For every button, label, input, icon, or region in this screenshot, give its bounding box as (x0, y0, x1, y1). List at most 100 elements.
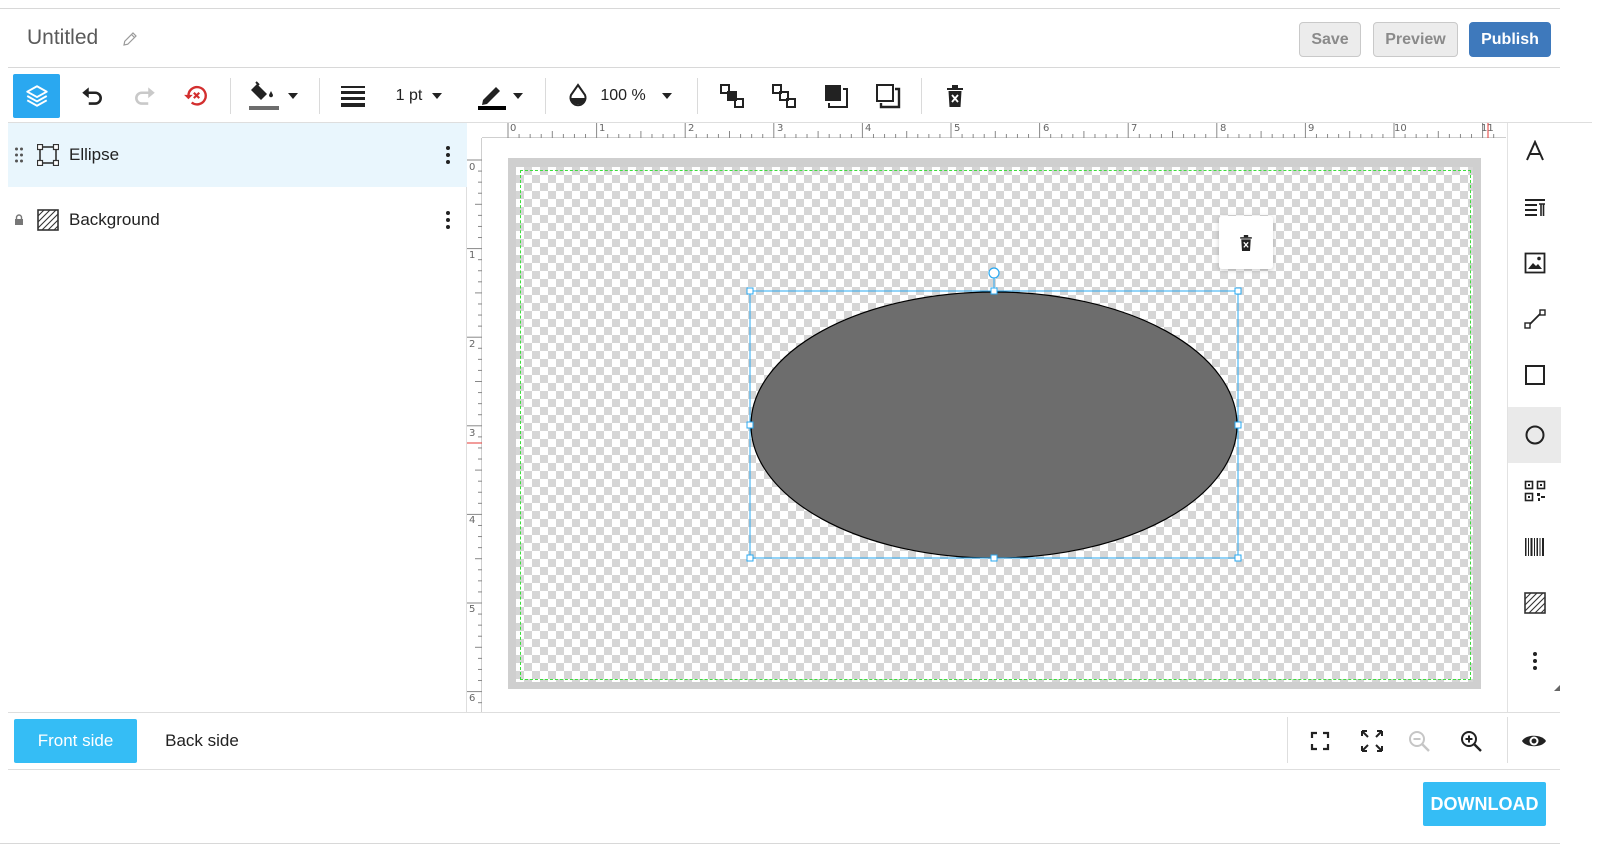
stroke-width-select[interactable]: 1 pt (386, 74, 454, 118)
layer-item-background[interactable]: Background (8, 188, 467, 252)
zoom-in-button[interactable] (1451, 723, 1491, 759)
reset-history-icon (184, 85, 207, 106)
chevron-down-icon (513, 93, 523, 99)
delete-button[interactable] (934, 74, 976, 118)
preview-toggle-button[interactable] (1514, 723, 1554, 759)
arrange-back-button[interactable] (710, 74, 754, 118)
save-button[interactable]: Save (1299, 22, 1361, 57)
bottom-divider (1287, 717, 1288, 763)
zoom-out-icon (1409, 731, 1430, 752)
send-to-back-icon (825, 85, 848, 108)
layers-icon (25, 85, 48, 107)
stroke-width-value: 1 pt (395, 87, 423, 104)
more-vertical-icon[interactable] (445, 145, 451, 165)
frame-bottom-line (0, 843, 1560, 844)
opacity-select[interactable]: 100 % (561, 74, 679, 118)
reset-button[interactable] (174, 74, 218, 118)
add-background-tool[interactable] (1508, 575, 1561, 631)
ellipse-shape[interactable] (745, 264, 1245, 564)
add-image-tool[interactable] (1508, 235, 1561, 291)
document-title[interactable]: Untitled (27, 26, 98, 50)
rectangle-icon (1524, 365, 1545, 385)
back-side-tab[interactable]: Back side (148, 719, 256, 763)
barcode-icon (1524, 538, 1544, 556)
undo-icon (82, 87, 102, 105)
image-icon (1524, 252, 1545, 274)
floating-delete-button[interactable] (1219, 216, 1273, 269)
stroke-color-button[interactable] (472, 74, 530, 118)
ruler-label: 9 (1308, 123, 1315, 134)
resize-corner-icon (1554, 685, 1560, 691)
layers-toggle-button[interactable] (13, 74, 60, 118)
ruler-label: 4 (469, 515, 476, 526)
toolbar-divider (230, 78, 231, 114)
add-barcode-tool[interactable] (1508, 519, 1561, 575)
send-to-back-button[interactable] (814, 74, 858, 118)
ruler-label: 2 (688, 123, 695, 134)
fill-color-button[interactable] (244, 74, 304, 118)
ruler-vertical: 0 1 2 3 4 5 6 (467, 138, 482, 712)
front-side-tab[interactable]: Front side (14, 719, 137, 763)
add-ellipse-tool[interactable] (1508, 407, 1561, 463)
add-text-block-tool[interactable] (1508, 179, 1561, 235)
layer-label: Ellipse (69, 145, 120, 164)
add-rectangle-tool[interactable] (1508, 347, 1561, 403)
pencil-icon[interactable] (121, 30, 139, 48)
zoom-in-icon (1461, 731, 1482, 752)
chevron-down-icon (432, 93, 443, 99)
app-root: Untitled Save Preview Publish 1 pt 100 %… (0, 0, 1600, 862)
ruler-label: 6 (469, 693, 476, 704)
preview-button[interactable]: Preview (1373, 22, 1458, 57)
stroke-pen-icon (478, 87, 506, 110)
toolbar: 1 pt 100 % (8, 68, 1592, 123)
bring-to-front-button[interactable] (866, 74, 910, 118)
zoom-out-button[interactable] (1399, 723, 1439, 759)
ruler-label: 11 (1481, 123, 1494, 134)
toolbar-divider (697, 78, 698, 114)
publish-button[interactable]: Publish (1469, 22, 1551, 57)
line-weight-icon (341, 86, 365, 107)
ruler-label: 3 (469, 428, 476, 439)
chevron-down-icon (661, 93, 672, 99)
stroke-style-button[interactable] (334, 74, 372, 118)
trash-icon (947, 85, 963, 107)
ruler-label: 1 (469, 250, 476, 261)
ruler-label: 0 (510, 123, 517, 134)
qr-code-icon (1524, 480, 1545, 502)
fullscreen-button[interactable] (1352, 723, 1392, 759)
ruler-label: 3 (777, 123, 784, 134)
fill-bucket-icon (249, 81, 279, 110)
chevron-down-icon (288, 93, 298, 99)
add-text-tool[interactable] (1508, 123, 1561, 179)
header: Untitled Save Preview Publish (8, 9, 1592, 67)
ruler-label: 5 (954, 123, 961, 134)
ruler-label: 8 (1220, 123, 1227, 134)
ruler-ticks (507, 123, 1495, 138)
ruler-label: 10 (1394, 123, 1407, 134)
redo-icon (135, 87, 155, 105)
fit-to-screen-button[interactable] (1300, 723, 1340, 759)
ruler-horizontal: 0 1 2 3 4 5 6 7 8 9 10 11 (482, 123, 1506, 138)
opacity-drop-icon (569, 83, 587, 107)
toolbar-divider (319, 78, 320, 114)
layer-item-ellipse[interactable]: Ellipse (8, 123, 467, 187)
ruler-ticks (467, 159, 482, 704)
more-vertical-icon[interactable] (445, 210, 451, 230)
redo-button[interactable] (123, 74, 167, 118)
drag-handle-icon[interactable] (14, 146, 24, 164)
line-icon (1523, 309, 1546, 329)
undo-button[interactable] (70, 74, 114, 118)
download-button[interactable]: DOWNLOAD (1423, 782, 1546, 826)
ruler-label: 1 (599, 123, 606, 134)
element-tools-panel (1507, 123, 1561, 712)
add-qr-code-tool[interactable] (1508, 463, 1561, 519)
toolbar-divider (921, 78, 922, 114)
add-line-tool[interactable] (1508, 291, 1561, 347)
bottom-divider (1507, 717, 1508, 763)
send-backward-icon (720, 84, 744, 108)
ellipse-icon (1525, 425, 1544, 445)
side-switcher-bar: Front side Back side (8, 712, 1560, 770)
eye-icon (1522, 735, 1546, 747)
more-tools-button[interactable] (1508, 633, 1561, 689)
arrange-forward-button[interactable] (762, 74, 806, 118)
